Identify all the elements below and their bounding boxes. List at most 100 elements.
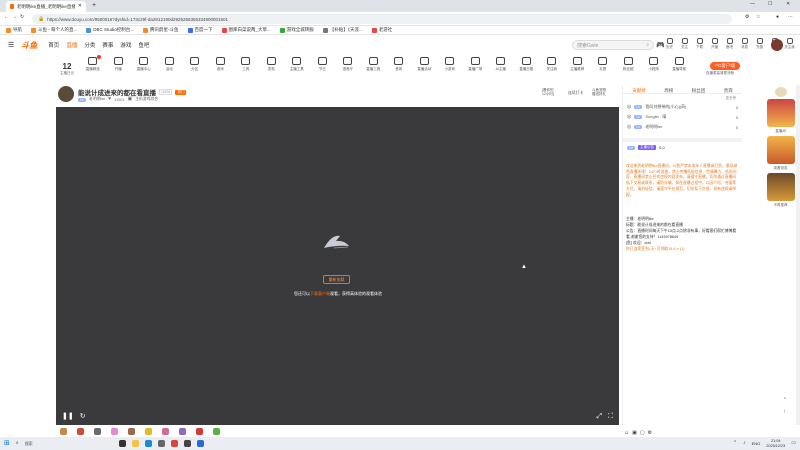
category-item[interactable]: 活动 bbox=[157, 57, 183, 79]
gift-item-icon[interactable] bbox=[77, 428, 84, 435]
search-icon[interactable]: ⌕ bbox=[16, 441, 19, 446]
video-player[interactable] bbox=[56, 107, 619, 425]
nav-events[interactable]: 赛事 bbox=[102, 41, 113, 49]
gift-item-icon[interactable] bbox=[128, 428, 135, 435]
yuba-icon[interactable]: 鱼吧 bbox=[724, 38, 735, 54]
extensions-icon[interactable]: ⚙ bbox=[745, 15, 749, 20]
setting-icon[interactable]: ⚙ bbox=[648, 430, 652, 436]
category-item[interactable]: 主播推荐 bbox=[565, 57, 591, 79]
category-item[interactable]: 粉丝团 bbox=[616, 57, 642, 79]
emoji-icon[interactable]: ☺ bbox=[624, 430, 629, 436]
badge-icon[interactable]: ▢ bbox=[640, 430, 645, 436]
download-icon[interactable]: 下载 bbox=[694, 38, 705, 54]
nav-category[interactable]: 分类 bbox=[84, 41, 95, 49]
category-item[interactable]: 直播工具 bbox=[361, 57, 387, 79]
back-to-top-icon[interactable]: ↑ bbox=[783, 410, 786, 415]
gift-item-icon[interactable] bbox=[162, 428, 169, 435]
menu-icon[interactable]: ⋯ bbox=[788, 15, 793, 20]
recharge-icon[interactable]: 充值 bbox=[754, 38, 765, 54]
close-icon[interactable]: ✕ bbox=[78, 4, 82, 9]
category-item[interactable]: 直播日报 bbox=[514, 57, 540, 79]
bookmark-item[interactable]: 图库白菜说两_大草... bbox=[221, 27, 271, 33]
speaker-icon[interactable]: ♪ bbox=[743, 441, 746, 446]
maximize-icon[interactable]: ☐ bbox=[768, 2, 772, 7]
category-item[interactable]: 语音厅 bbox=[335, 57, 361, 79]
forward-icon[interactable]: → bbox=[12, 15, 17, 20]
pet-bubble[interactable]: 斗鱼宠物 赠送好礼 bbox=[592, 88, 606, 96]
notification-icon[interactable]: ▭ bbox=[791, 441, 796, 446]
recommend-label[interactable]: 不再推荐 bbox=[761, 203, 800, 208]
gift-item-icon[interactable] bbox=[196, 428, 203, 435]
pc-client-button[interactable]: PC客户端 bbox=[710, 62, 740, 70]
recommend-thumb[interactable] bbox=[766, 173, 795, 201]
category-item[interactable]: 开播 bbox=[106, 57, 132, 79]
bookmark-item[interactable]: 游戏全城转服 bbox=[279, 27, 314, 33]
close-window-icon[interactable]: ✕ bbox=[786, 2, 790, 7]
bookmark-item[interactable]: 老游社 bbox=[371, 27, 392, 33]
nav-live[interactable]: 直播 bbox=[66, 41, 77, 49]
category-item[interactable]: 发现 bbox=[259, 57, 285, 79]
room-category[interactable]: 主机游戏综合 bbox=[135, 97, 158, 102]
category-item[interactable]: 音效 bbox=[386, 57, 412, 79]
favorite-icon[interactable]: ☆ bbox=[756, 15, 760, 20]
history-icon[interactable]: 历史 bbox=[664, 38, 675, 54]
user-avatar[interactable] bbox=[771, 39, 783, 51]
pause-icon[interactable]: ❚❚ bbox=[62, 413, 74, 420]
chrome-icon[interactable] bbox=[170, 440, 178, 447]
category-item[interactable]: AI主播 bbox=[488, 57, 514, 79]
rank-row[interactable]: ◎ LV 老明明ike 0 bbox=[623, 122, 742, 132]
category-item[interactable]: 主播工具 bbox=[284, 57, 310, 79]
category-item[interactable]: 游戏 bbox=[208, 57, 234, 79]
gift-item-icon[interactable] bbox=[60, 428, 67, 435]
nav-yuba[interactable]: 鱼吧 bbox=[138, 41, 149, 49]
nav-home[interactable]: 首页 bbox=[48, 41, 59, 49]
hamburger-menu-icon[interactable]: ☰ bbox=[8, 42, 14, 49]
gift-line[interactable]: 你已连续签到1天! 可领取15.6 ≡ (1) bbox=[626, 246, 738, 252]
gift-item-icon[interactable] bbox=[145, 428, 152, 435]
gift-item-icon[interactable] bbox=[179, 428, 186, 435]
bear-icon[interactable] bbox=[774, 87, 787, 97]
category-item[interactable]: 分区 bbox=[182, 57, 208, 79]
more-ranks-link[interactable]: 更多榜 bbox=[623, 94, 742, 102]
bookmark-item[interactable]: 腾讯蔚星-斗鱼 bbox=[143, 27, 179, 33]
recommend-thumb[interactable] bbox=[766, 136, 795, 164]
language-indicator[interactable]: ENG bbox=[752, 441, 761, 446]
anchor-avatar[interactable] bbox=[58, 86, 74, 102]
gift-item-icon[interactable] bbox=[213, 428, 220, 435]
category-item[interactable]: 礼物 bbox=[590, 57, 616, 79]
site-search-input[interactable]: 搜索Gwin ⌕ bbox=[572, 40, 654, 50]
store-icon[interactable] bbox=[157, 440, 165, 447]
message-icon[interactable]: 消息 bbox=[739, 38, 750, 54]
rank-row[interactable]: ◎ LV Sunglin · 晴 0 bbox=[623, 112, 742, 122]
reload-icon[interactable]: ↻ bbox=[20, 15, 24, 20]
follow-icon[interactable]: 关注 bbox=[679, 38, 690, 54]
category-item[interactable]: 直播广场 bbox=[463, 57, 489, 79]
back-icon[interactable]: ← bbox=[4, 15, 9, 20]
edge-icon[interactable] bbox=[144, 440, 152, 447]
category-item[interactable]: 关注我 bbox=[539, 57, 565, 79]
download-client-link[interactable]: 下载客户端 bbox=[310, 291, 330, 296]
broadcast-icon[interactable]: 开播 bbox=[709, 38, 720, 54]
bookmark-item[interactable]: 【补贴】《天涯... bbox=[322, 27, 363, 33]
app-icon[interactable] bbox=[183, 440, 191, 447]
bookmark-item[interactable]: 百度一下 bbox=[187, 27, 213, 33]
profile-icon[interactable]: ● bbox=[776, 15, 779, 20]
category-item[interactable]: 小程序 bbox=[641, 57, 667, 79]
taskbar-search[interactable]: 搜索 bbox=[25, 441, 113, 447]
retry-button[interactable]: 重新加载 bbox=[323, 275, 350, 284]
url-field[interactable]: 🔒 https://www.douyu.com/9500016?dyshid=1… bbox=[32, 14, 732, 24]
bookmark-item[interactable]: 导航 bbox=[6, 27, 22, 33]
rank-row[interactable]: ◎ LV 我叫刘想带的[小心](芮) 0 bbox=[623, 102, 742, 112]
promo-bubble[interactable]: [看你的 12小时] bbox=[542, 88, 554, 96]
search-icon[interactable]: ⌕ bbox=[646, 42, 649, 48]
clock[interactable]: 21:04 2025/12/23 bbox=[766, 439, 785, 448]
category-item[interactable]: 小游戏 bbox=[437, 57, 463, 79]
recommend-thumb[interactable] bbox=[766, 99, 795, 127]
category-item[interactable]: 直播导航 bbox=[667, 57, 693, 79]
follow-me-icon[interactable]: 关注我 bbox=[784, 38, 795, 54]
app-icon[interactable] bbox=[196, 440, 204, 447]
task-view-icon[interactable] bbox=[118, 440, 126, 447]
checkin-button[interactable]: 连续打卡 bbox=[568, 91, 583, 96]
bookmark-item[interactable]: 斗鱼 - 每个人的直... bbox=[31, 27, 77, 33]
feedback-icon[interactable]: ◔ bbox=[783, 397, 786, 402]
